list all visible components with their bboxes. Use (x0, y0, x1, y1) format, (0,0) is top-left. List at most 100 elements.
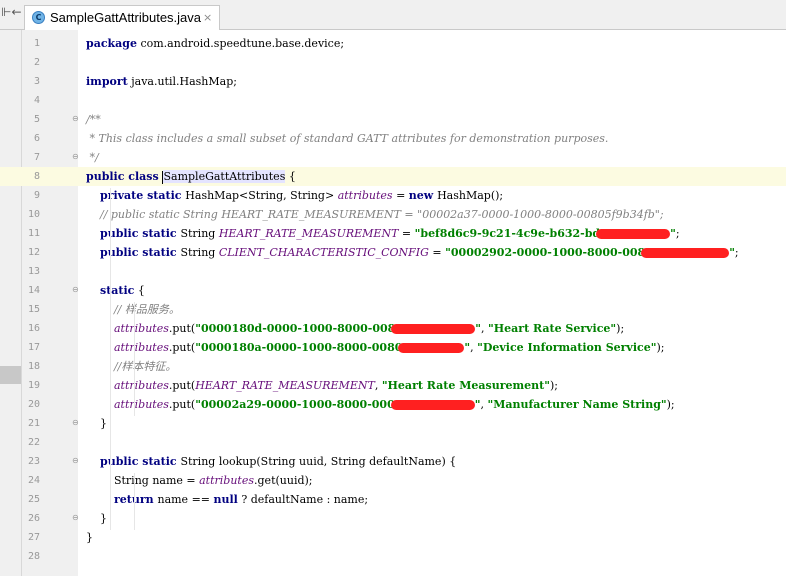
code-line[interactable]: 24 String name = attributes.get(uuid); (0, 471, 786, 490)
code-token: String (180, 246, 219, 259)
code-token: (String uuid, String defaultName) { (256, 455, 457, 468)
code-token: */ (86, 151, 99, 164)
code-line[interactable]: 19 attributes.put(HEART_RATE_MEASUREMENT… (0, 376, 786, 395)
code-token: HEART_RATE_MEASUREMENT (195, 379, 375, 392)
code-line[interactable]: 27} (0, 528, 786, 547)
code-line[interactable]: 16 attributes.put("0000180d-0000-1000-80… (0, 319, 786, 338)
code-token: ); (656, 341, 665, 354)
code-token: * This class includes a small subset of … (86, 132, 609, 145)
code-token: SampleGattAttributes (163, 170, 286, 183)
code-line[interactable]: 5 ⊖ /** (0, 110, 786, 129)
fold-toggle-icon[interactable]: ⊖ (72, 152, 80, 162)
code-line[interactable]: 6 * This class includes a small subset o… (0, 129, 786, 148)
code-text: import java.util.HashMap; (86, 72, 237, 91)
code-text: attributes.put("0000180d-0000-1000-8000-… (86, 319, 624, 338)
code-line[interactable]: 15 // 样品服务。 (0, 300, 786, 319)
line-number: 12 (27, 247, 40, 258)
code-token: attributes (199, 474, 255, 487)
code-text: public static String CLIENT_CHARACTERIST… (86, 243, 739, 262)
code-line[interactable]: 23 ⊖ public static String lookup(String u… (0, 452, 786, 471)
line-number: 3 (33, 76, 40, 87)
line-number: 21 (27, 418, 40, 429)
code-token: import (86, 75, 128, 88)
fold-toggle-icon[interactable]: ⊖ (72, 114, 80, 124)
code-line[interactable]: 28 (0, 547, 786, 566)
code-token: "Heart Rate Measurement" (381, 379, 550, 392)
left-panel-toggle[interactable]: ⊩← (0, 0, 22, 30)
code-line[interactable]: 1 package com.android.speedtune.base.devi… (0, 34, 786, 53)
code-token: null (213, 493, 238, 506)
line-number: 10 (27, 209, 40, 220)
editor-tab-samplegattattributes[interactable]: C SampleGattAttributes.java × (24, 5, 220, 30)
fold-toggle-icon[interactable]: ⊖ (72, 513, 80, 523)
indent-guide (110, 188, 111, 530)
code-token: String (180, 227, 219, 240)
code-line[interactable]: 7 ⊖ */ (0, 148, 786, 167)
tab-title: SampleGattAttributes.java (50, 10, 202, 25)
line-number: 20 (27, 399, 40, 410)
code-line[interactable]: 9 private static HashMap<String, String>… (0, 186, 786, 205)
code-token: { (134, 284, 145, 297)
code-token: String (180, 455, 219, 468)
fold-toggle-icon[interactable]: ⊖ (72, 418, 80, 428)
code-line[interactable]: 11 public static String HEART_RATE_MEASU… (0, 224, 786, 243)
code-token: public static (100, 246, 181, 259)
code-text: private static HashMap<String, String> a… (86, 186, 503, 205)
line-number: 1 (33, 38, 40, 49)
code-line[interactable]: 22 (0, 433, 786, 452)
code-token: public static (100, 455, 181, 468)
code-line[interactable]: 14 ⊖ static { (0, 281, 786, 300)
fold-toggle-icon[interactable]: ⊖ (72, 456, 80, 466)
line-number: 2 (33, 57, 40, 68)
code-token: "00002a29-0000-1000-8000-000 (195, 398, 395, 411)
line-number: 16 (27, 323, 40, 334)
code-line[interactable]: 21 ⊖ } (0, 414, 786, 433)
code-token: .get(uuid); (254, 474, 313, 487)
code-line[interactable]: 13 (0, 262, 786, 281)
redaction-mark (596, 229, 671, 239)
code-token: attributes (113, 379, 169, 392)
redaction-mark (641, 248, 730, 258)
fold-toggle-icon[interactable]: ⊖ (72, 285, 80, 295)
code-line[interactable]: 4 (0, 91, 786, 110)
code-line[interactable]: 18 //样本特征。 (0, 357, 786, 376)
code-line[interactable]: 8 public class SampleGattAttributes { (0, 167, 786, 186)
code-line[interactable]: 20 attributes.put("00002a29-0000-1000-80… (0, 395, 786, 414)
code-token: public class (86, 170, 163, 183)
code-line[interactable]: 17 attributes.put("0000180a-0000-1000-80… (0, 338, 786, 357)
code-token: .put( (168, 341, 196, 354)
code-line[interactable]: 26 ⊖ } (0, 509, 786, 528)
code-text: attributes.put("00002a29-0000-1000-8000-… (86, 395, 675, 414)
code-token: ; (734, 246, 739, 259)
code-token: CLIENT_CHARACTERISTIC_CONFIG (218, 246, 429, 259)
line-number: 14 (27, 285, 40, 296)
code-token: lookup (218, 455, 257, 468)
code-token: // (86, 303, 125, 316)
code-token: = (398, 227, 415, 240)
code-token: com.android.speedtune.base.device; (136, 37, 345, 50)
code-line[interactable]: 10 // public static String HEART_RATE_ME… (0, 205, 786, 224)
code-text: /** (86, 110, 101, 129)
code-line[interactable]: 25 return name == null ? defaultName : n… (0, 490, 786, 509)
code-line[interactable]: 2 (0, 53, 786, 72)
code-token: "0000180a-0000-1000-8000-0080 (195, 341, 403, 354)
code-token: public static (100, 227, 181, 240)
code-token: , (374, 379, 382, 392)
code-token: { (285, 170, 296, 183)
code-line[interactable]: 12 public static String CLIENT_CHARACTER… (0, 243, 786, 262)
code-text: */ (86, 148, 99, 167)
line-number: 6 (33, 133, 40, 144)
code-token: = (428, 246, 446, 259)
code-line[interactable]: 3 import java.util.HashMap; (0, 72, 786, 91)
code-token: "Manufacturer Name String" (487, 398, 667, 411)
code-text: return name == null ? defaultName : name… (86, 490, 368, 509)
code-token: HEART_RATE_MEASUREMENT (218, 227, 399, 240)
code-text: } (86, 509, 107, 528)
close-tab-icon[interactable]: × (203, 11, 212, 24)
collapse-panel-icon[interactable]: ⊩← (1, 5, 22, 19)
code-token: = (392, 189, 409, 202)
